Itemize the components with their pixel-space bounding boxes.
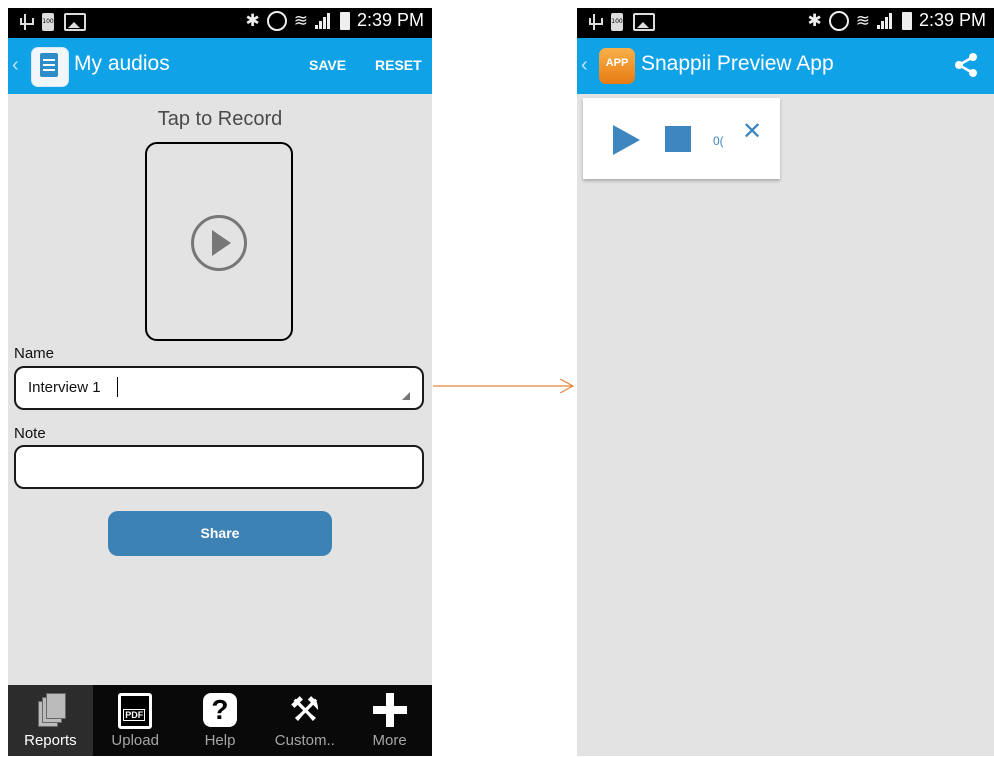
stop-icon[interactable] bbox=[665, 126, 691, 152]
note-label: Note bbox=[14, 425, 46, 442]
note-field[interactable] bbox=[14, 445, 424, 489]
plus-icon bbox=[372, 693, 407, 727]
help-icon: ? bbox=[202, 693, 237, 727]
battery-level-icon: 100 bbox=[42, 13, 54, 31]
app-title: My audios bbox=[74, 52, 170, 75]
name-field[interactable]: Interview 1 bbox=[14, 366, 424, 410]
play-icon[interactable] bbox=[613, 125, 640, 155]
save-button[interactable]: SAVE bbox=[309, 57, 346, 73]
status-bar: 100 ✱ ≋ 2:39 PM bbox=[8, 8, 432, 38]
bluetooth-icon: ✱ bbox=[245, 10, 260, 30]
reset-button[interactable]: RESET bbox=[375, 57, 422, 73]
name-label: Name bbox=[14, 345, 55, 362]
tab-label: Upload bbox=[111, 732, 159, 749]
name-field-value: Interview 1 bbox=[28, 379, 101, 396]
tab-label: More bbox=[372, 732, 407, 749]
snappii-app-logo[interactable]: APP bbox=[599, 48, 635, 84]
tap-to-record-label: Tap to Record bbox=[157, 108, 283, 130]
tab-label: Reports bbox=[24, 732, 77, 749]
wifi-icon: ≋ bbox=[855, 10, 870, 30]
resize-handle-icon[interactable] bbox=[402, 392, 410, 400]
tab-upload[interactable]: PDF Upload bbox=[93, 685, 178, 756]
usb-icon bbox=[587, 12, 603, 32]
audio-player-popup: 0( ✕ bbox=[583, 98, 780, 179]
transition-arrow bbox=[433, 379, 575, 393]
wifi-icon: ≋ bbox=[293, 10, 308, 30]
bottom-tab-bar: Reports PDF Upload ? Help ⚒ Custom.. Mor… bbox=[8, 685, 432, 756]
pdf-icon: PDF bbox=[118, 693, 153, 729]
battery-icon bbox=[339, 11, 350, 30]
app-bar: ‹ My audios SAVE RESET bbox=[8, 38, 432, 94]
close-icon[interactable]: ✕ bbox=[742, 117, 762, 146]
app-title: Snappii Preview App bbox=[641, 52, 834, 75]
play-icon bbox=[191, 215, 247, 271]
text-cursor bbox=[117, 377, 118, 397]
tools-icon: ⚒ bbox=[289, 691, 321, 729]
battery-level-icon: 100 bbox=[611, 13, 623, 31]
image-icon bbox=[633, 13, 655, 31]
back-chevron-icon[interactable]: ‹ bbox=[581, 54, 588, 77]
back-chevron-icon[interactable]: ‹ bbox=[12, 54, 19, 77]
status-bar: 100 ✱ ≋ 2:39 PM bbox=[577, 8, 994, 38]
reports-icon bbox=[36, 693, 67, 729]
tab-custom[interactable]: ⚒ Custom.. bbox=[262, 685, 347, 756]
record-button[interactable] bbox=[145, 142, 293, 341]
battery-icon bbox=[901, 11, 912, 30]
playback-time: 0( bbox=[713, 134, 724, 148]
share-icon[interactable] bbox=[954, 52, 978, 78]
left-phone-screen: 100 ✱ ≋ 2:39 PM ‹ My audios SAVE RESET T… bbox=[8, 8, 432, 756]
signal-icon bbox=[876, 12, 895, 29]
status-time: 2:39 PM bbox=[918, 10, 986, 30]
right-phone-screen: 100 ✱ ≋ 2:39 PM ‹ APP Snappii Preview Ap… bbox=[577, 8, 994, 756]
tab-more[interactable]: More bbox=[347, 685, 432, 756]
tab-label: Help bbox=[204, 732, 236, 749]
tab-label: Custom.. bbox=[274, 732, 335, 749]
app-bar: ‹ APP Snappii Preview App bbox=[577, 38, 994, 94]
bluetooth-icon: ✱ bbox=[807, 10, 822, 30]
my-audios-app-icon[interactable] bbox=[31, 47, 69, 87]
status-time: 2:39 PM bbox=[356, 10, 424, 30]
tab-reports[interactable]: Reports bbox=[8, 685, 93, 756]
usb-icon bbox=[18, 12, 34, 32]
tab-help[interactable]: ? Help bbox=[178, 685, 263, 756]
signal-icon bbox=[314, 12, 333, 29]
share-button[interactable]: Share bbox=[108, 511, 332, 556]
image-icon bbox=[64, 13, 86, 31]
alarm-icon bbox=[828, 10, 849, 31]
alarm-icon bbox=[266, 10, 287, 31]
